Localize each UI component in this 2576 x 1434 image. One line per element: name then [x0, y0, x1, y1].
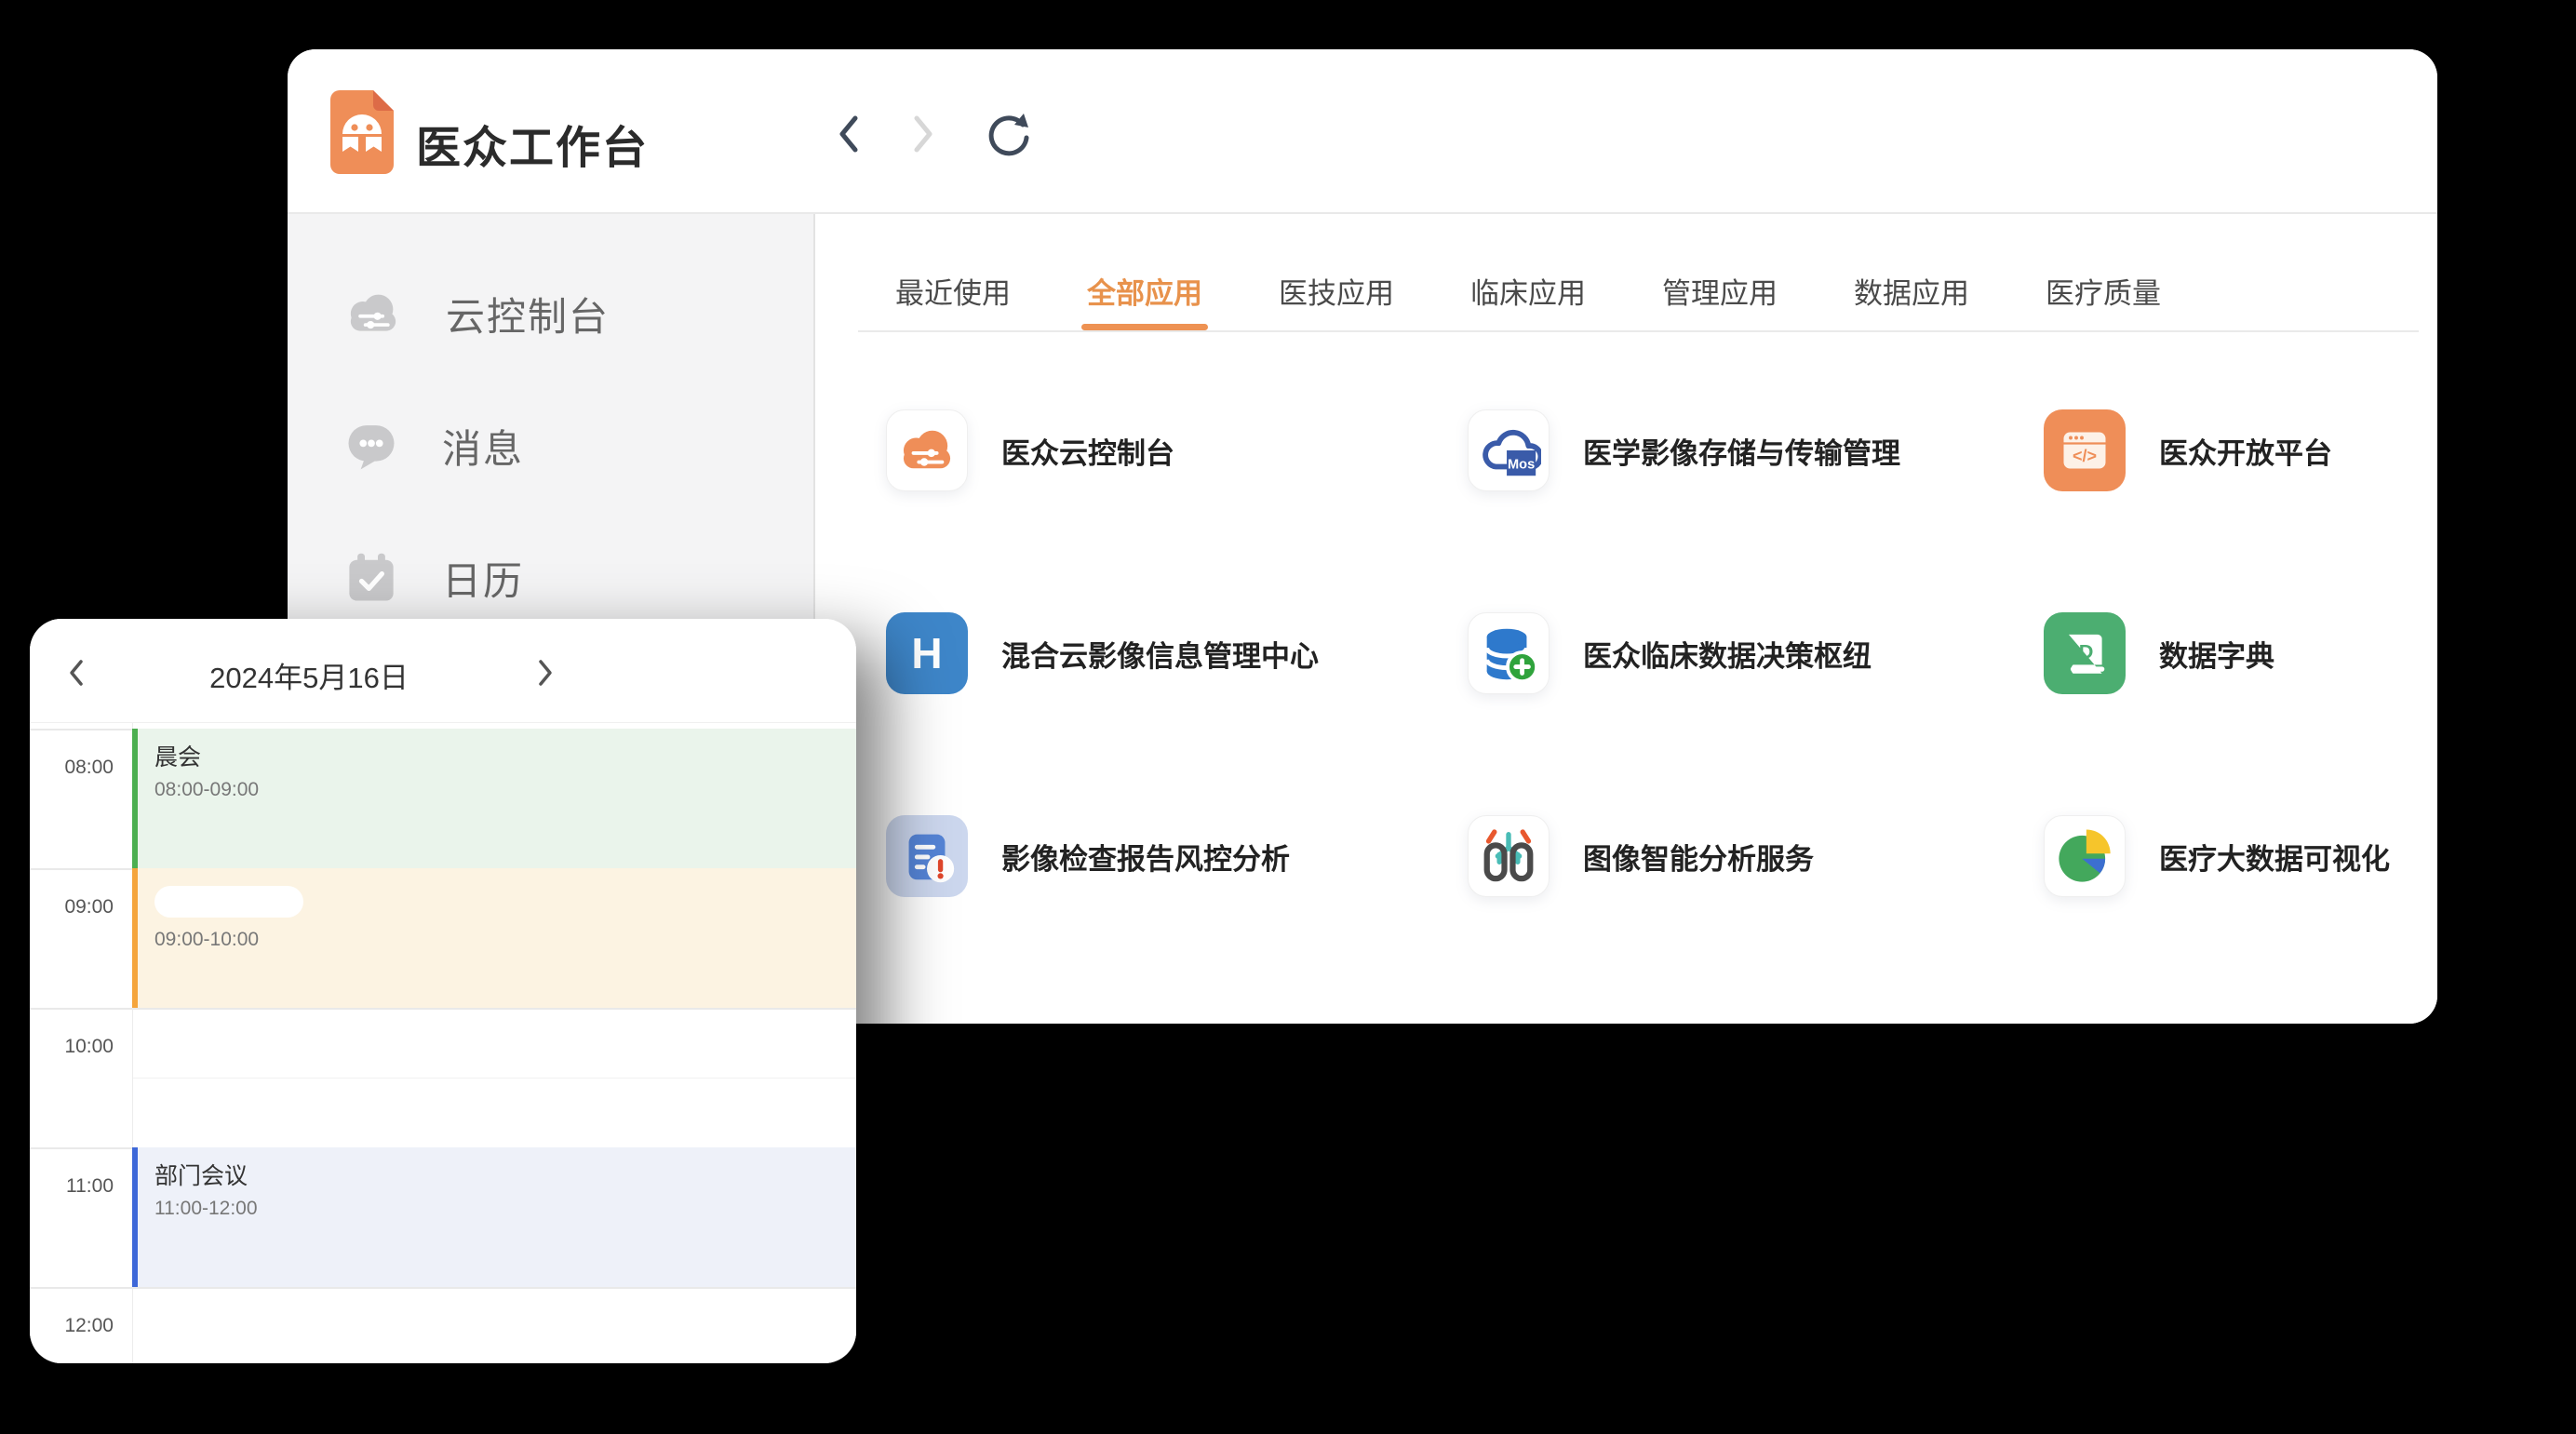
- tab-bar-divider: [858, 330, 2419, 332]
- tab-bar: 最近使用 全部应用 医技应用 临床应用 管理应用 数据应用 医疗质量: [895, 270, 2161, 312]
- time-label: 09:00: [30, 896, 114, 918]
- time-label: 08:00: [30, 757, 114, 779]
- svg-text:</>: </>: [2073, 447, 2097, 465]
- calendar-check-icon: [345, 551, 397, 605]
- app-entry-data-dictionary[interactable]: D 数据字典: [2044, 612, 2437, 694]
- forward-button[interactable]: [901, 104, 946, 164]
- database-plus-icon: [1468, 612, 1550, 694]
- dictionary-book-icon: D: [2044, 612, 2126, 694]
- tab-management-apps[interactable]: 管理应用: [1662, 270, 1778, 312]
- calendar-panel: 2024年5月16日 08:00 09:00 10:00 11:00 12:00…: [30, 619, 856, 1363]
- back-button[interactable]: [826, 104, 871, 164]
- calendar-date: 2024年5月16日: [141, 654, 476, 696]
- cloud-settings-icon: [345, 289, 401, 338]
- tab-medtech-apps[interactable]: 医技应用: [1279, 270, 1394, 312]
- sidebar-item-messages[interactable]: 消息: [288, 415, 813, 476]
- cloud-storage-icon: Mos: [1468, 409, 1550, 491]
- orange-cloud-settings-icon: [886, 409, 968, 491]
- chevron-right-icon: [536, 658, 555, 688]
- redacted-title-pill: [154, 886, 303, 918]
- calendar-prev-button[interactable]: [58, 652, 95, 693]
- app-entry-report-risk-analysis[interactable]: 影像检查报告风控分析: [886, 815, 1468, 897]
- refresh-button[interactable]: [983, 108, 1035, 160]
- app-logo-icon: [330, 89, 394, 175]
- pie-chart-icon: [2044, 815, 2126, 897]
- time-label: 11:00: [30, 1175, 114, 1198]
- app-entry-image-ai-analysis[interactable]: 图像智能分析服务: [1468, 815, 2044, 897]
- calendar-header: 2024年5月16日: [30, 619, 856, 723]
- app-entry-cloud-console[interactable]: 医众云控制台: [886, 409, 1468, 491]
- time-label: 10:00: [30, 1036, 114, 1058]
- sidebar-item-label: 云控制台: [446, 286, 610, 342]
- back-icon: [835, 113, 863, 155]
- hour-gridline: [30, 1287, 856, 1289]
- tab-clinical-apps[interactable]: 临床应用: [1470, 270, 1586, 312]
- app-entry-open-platform[interactable]: </> 医众开放平台: [2044, 409, 2437, 491]
- code-window-icon: </>: [2044, 409, 2126, 491]
- sidebar-item-calendar[interactable]: 日历: [288, 547, 813, 609]
- forward-icon: [909, 113, 937, 155]
- event-redacted[interactable]: 09:00-10:00: [132, 868, 856, 1008]
- calendar-next-button[interactable]: [527, 652, 564, 693]
- half-hour-gridline: [133, 1078, 856, 1079]
- lungs-scan-icon: [1468, 815, 1550, 897]
- sidebar-item-label: 消息: [442, 418, 524, 475]
- hour-gridline: [30, 1008, 856, 1010]
- app-grid: 医众云控制台 Mos 医学影像存储与传输管理: [886, 409, 2437, 897]
- report-alert-icon: [886, 815, 968, 897]
- svg-text:D: D: [2079, 639, 2094, 663]
- letter-h-tile-icon: H: [886, 612, 968, 694]
- event-morning-meeting[interactable]: 晨会 08:00-09:00: [132, 729, 856, 868]
- tab-quality[interactable]: 医疗质量: [2046, 270, 2161, 312]
- calendar-day-view: 08:00 09:00 10:00 11:00 12:00 晨会 08:00-0…: [30, 723, 856, 1363]
- svg-text:Mos: Mos: [1508, 457, 1535, 472]
- time-label: 12:00: [30, 1315, 114, 1337]
- app-entry-clinical-data-hub[interactable]: 医众临床数据决策枢纽: [1468, 612, 2044, 694]
- window-header: 医众工作台: [288, 49, 2437, 214]
- sidebar-item-label: 日历: [442, 550, 524, 607]
- content-area: 最近使用 全部应用 医技应用 临床应用 管理应用 数据应用 医疗质量: [815, 214, 2437, 1024]
- app-title: 医众工作台: [416, 111, 649, 176]
- chevron-left-icon: [67, 658, 86, 688]
- refresh-icon: [985, 110, 1033, 158]
- sidebar-item-cloud-console[interactable]: 云控制台: [288, 283, 813, 344]
- message-bubble-icon: [345, 420, 397, 472]
- tab-all-apps[interactable]: 全部应用: [1087, 270, 1202, 312]
- tab-recent[interactable]: 最近使用: [895, 270, 1011, 312]
- event-department-meeting[interactable]: 部门会议 11:00-12:00: [132, 1147, 856, 1287]
- app-entry-hybrid-cloud-center[interactable]: H 混合云影像信息管理中心: [886, 612, 1468, 694]
- app-entry-image-storage[interactable]: Mos 医学影像存储与传输管理: [1468, 409, 2044, 491]
- app-entry-bigdata-visualization[interactable]: 医疗大数据可视化: [2044, 815, 2437, 897]
- page-background: { "window": { "title": "医众工作台" }, "toolb…: [0, 0, 2576, 1434]
- tab-data-apps[interactable]: 数据应用: [1854, 270, 1969, 312]
